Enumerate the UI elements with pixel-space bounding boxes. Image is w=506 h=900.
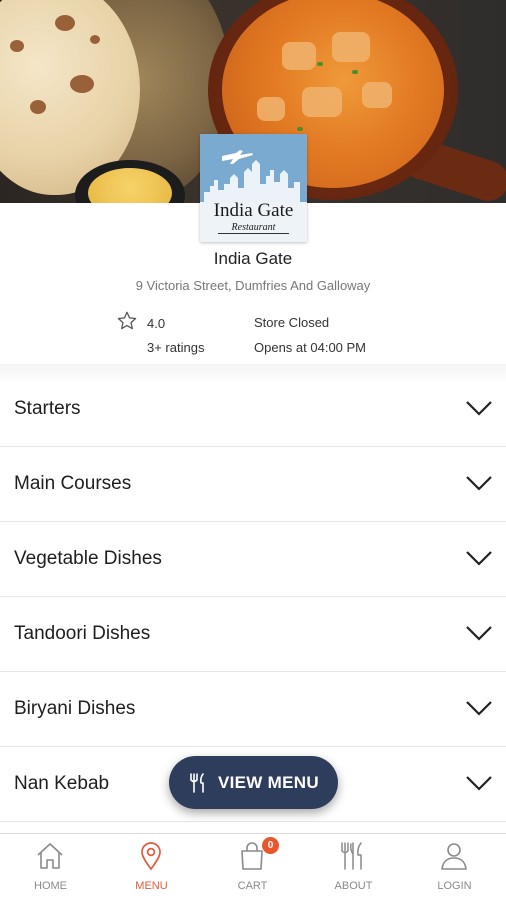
nav-home-label: HOME: [34, 880, 67, 892]
category-label: Biryani Dishes: [14, 698, 136, 719]
chevron-down-icon: [466, 701, 492, 716]
view-menu-button[interactable]: VIEW MENU: [169, 756, 338, 809]
home-icon: [37, 843, 63, 869]
cutlery-icon: [190, 773, 204, 793]
nav-cart[interactable]: 0 CART: [202, 834, 303, 900]
restaurant-address: 9 Victoria Street, Dumfries And Galloway: [135, 278, 371, 293]
nav-about[interactable]: ABOUT: [303, 834, 404, 900]
cutlery-icon: [341, 842, 362, 870]
nav-about-label: ABOUT: [334, 880, 373, 892]
star-icon: [117, 311, 137, 330]
logo-name: India Gate: [213, 200, 294, 221]
skyline-icon: [204, 150, 300, 202]
category-label: Tandoori Dishes: [14, 623, 151, 644]
category-main-courses[interactable]: Main Courses: [0, 447, 506, 522]
nav-menu[interactable]: MENU: [101, 834, 202, 900]
category-label: Main Courses: [14, 473, 132, 494]
restaurant-logo: India Gate Restaurant: [200, 134, 307, 242]
chevron-down-icon: [466, 476, 492, 491]
user-icon: [441, 843, 467, 870]
store-status: Store Closed: [254, 315, 330, 330]
chevron-down-icon: [466, 401, 492, 416]
category-biryani-dishes[interactable]: Biryani Dishes: [0, 672, 506, 747]
location-pin-icon: [141, 842, 161, 871]
chevron-down-icon: [466, 551, 492, 566]
category-tandoori-dishes[interactable]: Tandoori Dishes: [0, 597, 506, 672]
nav-menu-label: MENU: [135, 880, 168, 892]
category-starters[interactable]: Starters: [0, 372, 506, 447]
chevron-down-icon: [466, 776, 492, 791]
category-label: Starters: [14, 398, 81, 419]
logo-subtitle: Restaurant: [231, 222, 276, 233]
opening-time: Opens at 04:00 PM: [254, 340, 367, 355]
view-menu-label: VIEW MENU: [218, 773, 319, 792]
bottom-navigation: HOME MENU 0 CART ABOUT LOGIN: [0, 833, 506, 900]
category-label: Nan Kebab: [14, 773, 110, 794]
nav-home[interactable]: HOME: [0, 834, 101, 900]
ratings-count: 3+ ratings: [147, 340, 205, 355]
chevron-down-icon: [466, 626, 492, 641]
rating-value: 4.0: [147, 316, 166, 331]
category-vegetable-dishes[interactable]: Vegetable Dishes: [0, 522, 506, 597]
nav-login[interactable]: LOGIN: [404, 834, 505, 900]
nav-login-label: LOGIN: [437, 880, 472, 892]
logo-divider: [218, 233, 289, 234]
nav-cart-label: CART: [237, 880, 268, 892]
restaurant-name: India Gate: [213, 249, 293, 268]
cart-count-badge: 0: [262, 837, 279, 854]
category-label: Vegetable Dishes: [14, 548, 162, 569]
